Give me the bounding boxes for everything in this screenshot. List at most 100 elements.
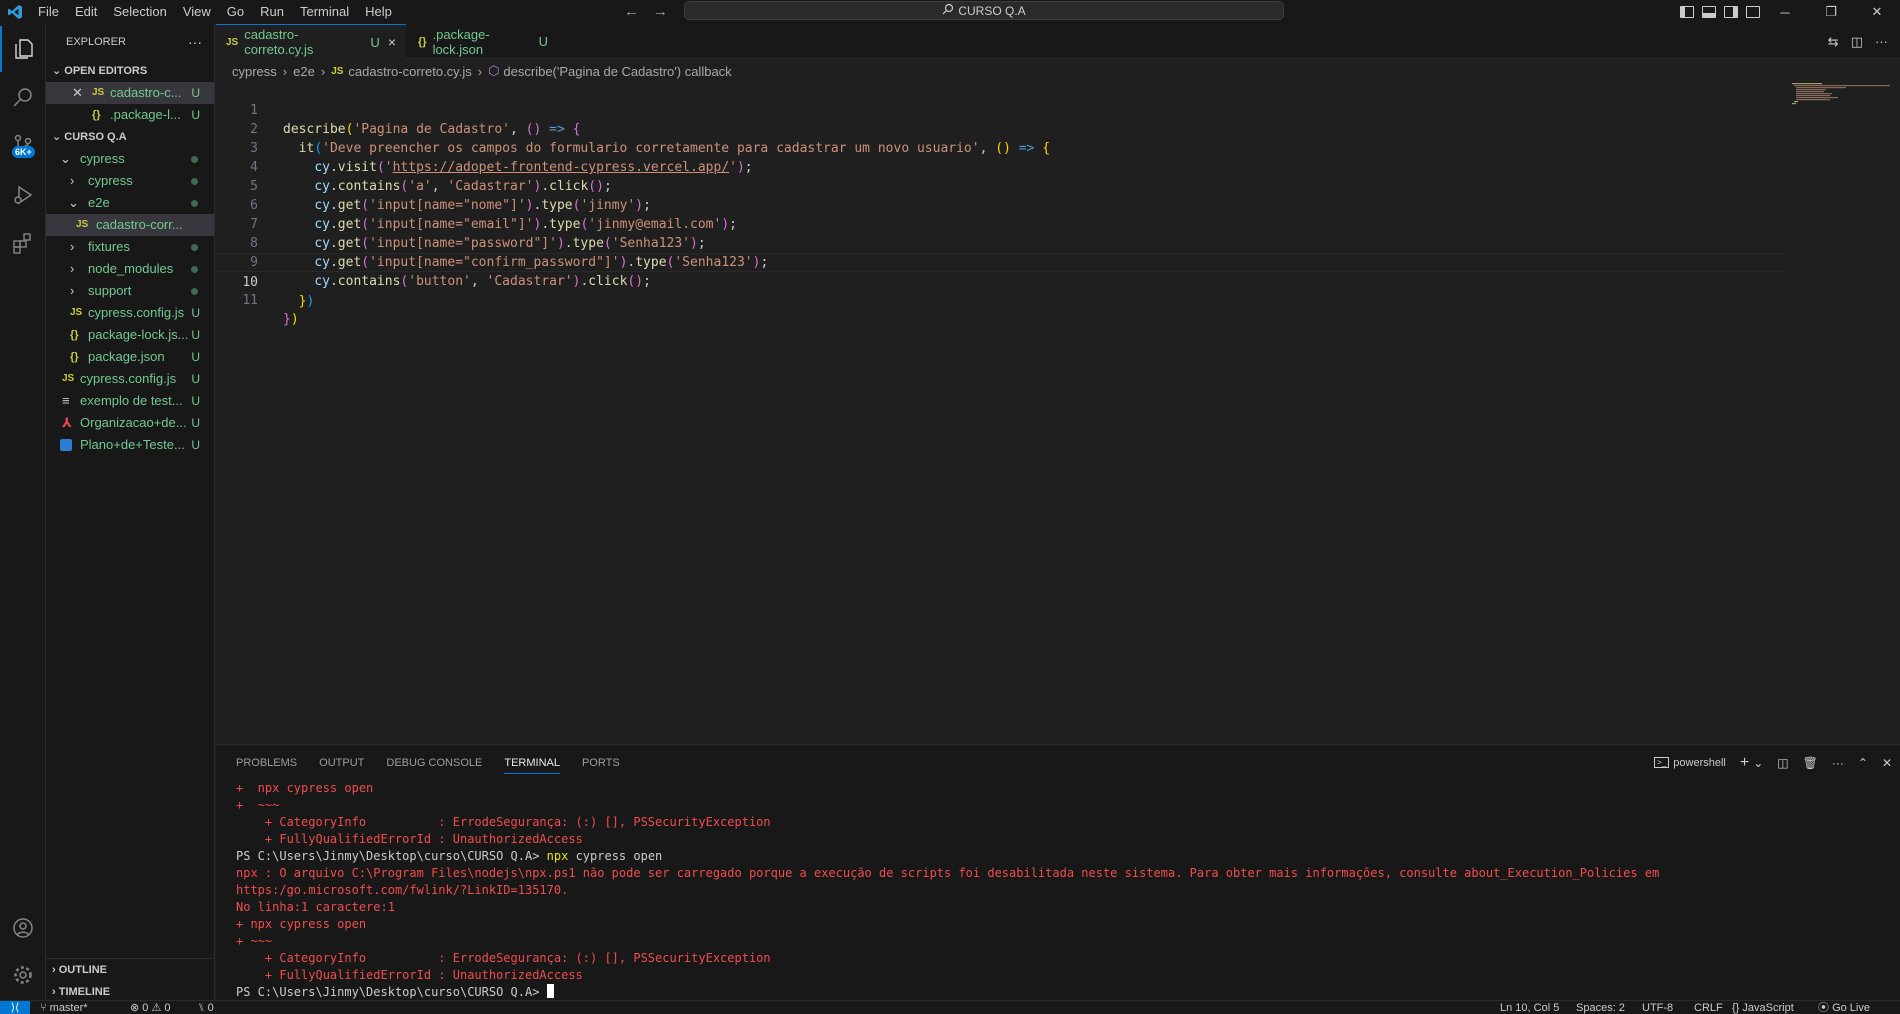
open-changes-icon[interactable]: ⇆ [1828, 34, 1839, 50]
folder-item[interactable]: › cypress [46, 170, 214, 192]
eol-status[interactable]: CRLF [1694, 1001, 1723, 1014]
breadcrumb-item[interactable]: e2e [293, 64, 315, 79]
menu-view[interactable]: View [175, 0, 219, 24]
indentation-status[interactable]: Spaces: 2 [1576, 1001, 1625, 1014]
modified-dot [191, 178, 198, 185]
more-actions-icon[interactable]: ··· [188, 34, 202, 50]
chevron-down-icon[interactable]: ⌄ [1753, 756, 1763, 770]
status-bar: ⟩⟨ ⑂ master* ⊗ 0 ⚠ 0 ⑊ 0 Ln 10, Col 5 Sp… [0, 1000, 1900, 1014]
close-icon[interactable]: ✕ [72, 82, 83, 104]
problems-status[interactable]: ⊗ 0 ⚠ 0 [130, 1001, 170, 1014]
open-editors-header[interactable]: ⌄ OPEN EDITORS [46, 60, 214, 82]
close-tab-icon[interactable]: × [388, 34, 396, 50]
maximize-panel-icon[interactable]: ⌃ [1858, 756, 1868, 770]
code-line: 5 cy.get('input[name="nome"]').type('jin… [250, 179, 651, 213]
tab-problems[interactable]: PROBLEMS [236, 757, 297, 769]
file-item[interactable]: Plano+de+Teste... U [46, 434, 214, 456]
close-window-icon[interactable]: ✕ [1854, 0, 1900, 24]
folder-item[interactable]: › fixtures [46, 236, 214, 258]
code-line: 11 }) [242, 293, 299, 327]
file-item[interactable]: JS cypress.config.js U [46, 368, 214, 390]
chevron-right-icon: › [320, 63, 326, 79]
chevron-down-icon: ⌄ [68, 195, 79, 210]
folder-item[interactable]: ⌄ cypress [46, 148, 214, 170]
ports-status[interactable]: ⑊ 0 [198, 1001, 214, 1014]
back-arrow-icon[interactable]: ← [624, 0, 639, 24]
cursor-position[interactable]: Ln 10, Col 5 [1500, 1001, 1559, 1014]
minimize-icon[interactable]: ─ [1762, 0, 1808, 24]
timeline-header[interactable]: › TIMELINE [46, 981, 214, 1000]
file-item[interactable]: ≡ exemplo de test... U [46, 390, 214, 412]
search-icon[interactable] [0, 74, 46, 120]
run-debug-icon[interactable] [0, 172, 46, 218]
open-editor-item[interactable]: {} .package-l... U [46, 104, 214, 126]
encoding-status[interactable]: UTF-8 [1642, 1001, 1673, 1014]
accounts-icon[interactable] [0, 905, 46, 951]
chevron-right-icon: › [282, 63, 288, 79]
chevron-right-icon: › [52, 964, 56, 976]
broadcast-icon: ⦿ [1818, 1002, 1833, 1014]
file-item[interactable]: {} package-lock.js... U [46, 324, 214, 346]
menu-terminal[interactable]: Terminal [292, 0, 357, 24]
tab-output[interactable]: OUTPUT [319, 757, 364, 769]
toggle-sidebar-icon[interactable] [1680, 6, 1694, 18]
close-panel-icon[interactable]: ✕ [1882, 756, 1892, 770]
remote-indicator-icon[interactable]: ⟩⟨ [0, 1001, 30, 1014]
split-editor-icon[interactable]: ◫ [1851, 34, 1863, 50]
minimap[interactable] [1792, 82, 1892, 106]
modified-dot [191, 156, 198, 163]
chevron-right-icon: › [52, 986, 56, 998]
terminal-line: + ~~~ [236, 798, 280, 812]
explorer-icon[interactable] [0, 26, 46, 72]
new-terminal-icon[interactable]: + [1740, 754, 1749, 772]
more-actions-icon[interactable]: ··· [1832, 756, 1844, 770]
split-terminal-icon[interactable]: ◫ [1777, 756, 1788, 770]
menu-file[interactable]: File [30, 0, 67, 24]
file-item[interactable]: {} package.json U [46, 346, 214, 368]
terminal-line: npx : O arquivo C:\Program Files\nodejs\… [236, 866, 1660, 880]
restore-icon[interactable]: ❐ [1808, 0, 1854, 24]
more-actions-icon[interactable]: ··· [1875, 34, 1888, 49]
folder-item[interactable]: ⌄ e2e [46, 192, 214, 214]
language-mode[interactable]: {} JavaScript [1732, 1001, 1794, 1014]
tab-package-lock[interactable]: {} .package-lock.json U [408, 24, 558, 59]
extensions-icon[interactable] [0, 220, 46, 266]
command-center[interactable]: CURSO Q.A [684, 1, 1284, 20]
trash-icon[interactable]: 🗑 [1803, 756, 1818, 770]
code-editor[interactable]: 1 describe('Pagina de Cadastro', () => {… [216, 82, 1786, 742]
menu-run[interactable]: Run [252, 0, 292, 24]
folder-item[interactable]: › node_modules [46, 258, 214, 280]
toggle-secondary-sidebar-icon[interactable] [1724, 6, 1738, 18]
menu-selection[interactable]: Selection [105, 0, 174, 24]
terminal-line: + CategoryInfo : ErrodeSegurança: (:) []… [236, 815, 771, 829]
tab-ports[interactable]: PORTS [582, 757, 620, 769]
menu-go[interactable]: Go [219, 0, 252, 24]
file-item[interactable]: ⅄ Organizacao+de... U [46, 412, 214, 434]
breadcrumb-item[interactable]: cypress [232, 64, 277, 79]
open-editor-item[interactable]: ✕ JS cadastro-c... U [46, 82, 214, 104]
tab-cadastro-correto[interactable]: JS cadastro-correto.cy.js U × [216, 24, 406, 59]
customize-layout-icon[interactable] [1746, 6, 1760, 18]
settings-gear-icon[interactable] [0, 952, 46, 998]
workspace-header[interactable]: ⌄ CURSO Q.A [46, 126, 214, 148]
tab-debug-console[interactable]: DEBUG CONSOLE [386, 757, 482, 769]
terminal-shell-label[interactable]: powershell [1673, 757, 1726, 769]
branch-status[interactable]: ⑂ master* [40, 1001, 88, 1014]
symbol-method-icon: ⬡ [488, 63, 500, 78]
file-item[interactable]: JS cadastro-corr... [46, 214, 214, 236]
file-item[interactable]: JS cypress.config.js U [46, 302, 214, 324]
go-live-button[interactable]: ⦿ Go Live [1818, 1001, 1870, 1014]
menu-edit[interactable]: Edit [67, 0, 105, 24]
folder-item[interactable]: › support [46, 280, 214, 302]
breadcrumb-item[interactable]: describe('Pagina de Cadastro') callback [503, 64, 731, 79]
outline-header[interactable]: › OUTLINE [46, 959, 214, 981]
terminal-output[interactable]: + npx cypress open + ~~~ + CategoryInfo … [236, 780, 1896, 1001]
forward-arrow-icon[interactable]: → [653, 0, 668, 24]
menu-help[interactable]: Help [357, 0, 400, 24]
source-control-icon[interactable] [0, 122, 46, 168]
json-file-icon: {} [92, 109, 101, 121]
code-line-current: 10 }) [216, 253, 1786, 309]
toggle-panel-icon[interactable] [1702, 6, 1716, 18]
breadcrumb-item[interactable]: cadastro-correto.cy.js [348, 64, 471, 79]
tab-terminal[interactable]: TERMINAL [504, 757, 560, 774]
